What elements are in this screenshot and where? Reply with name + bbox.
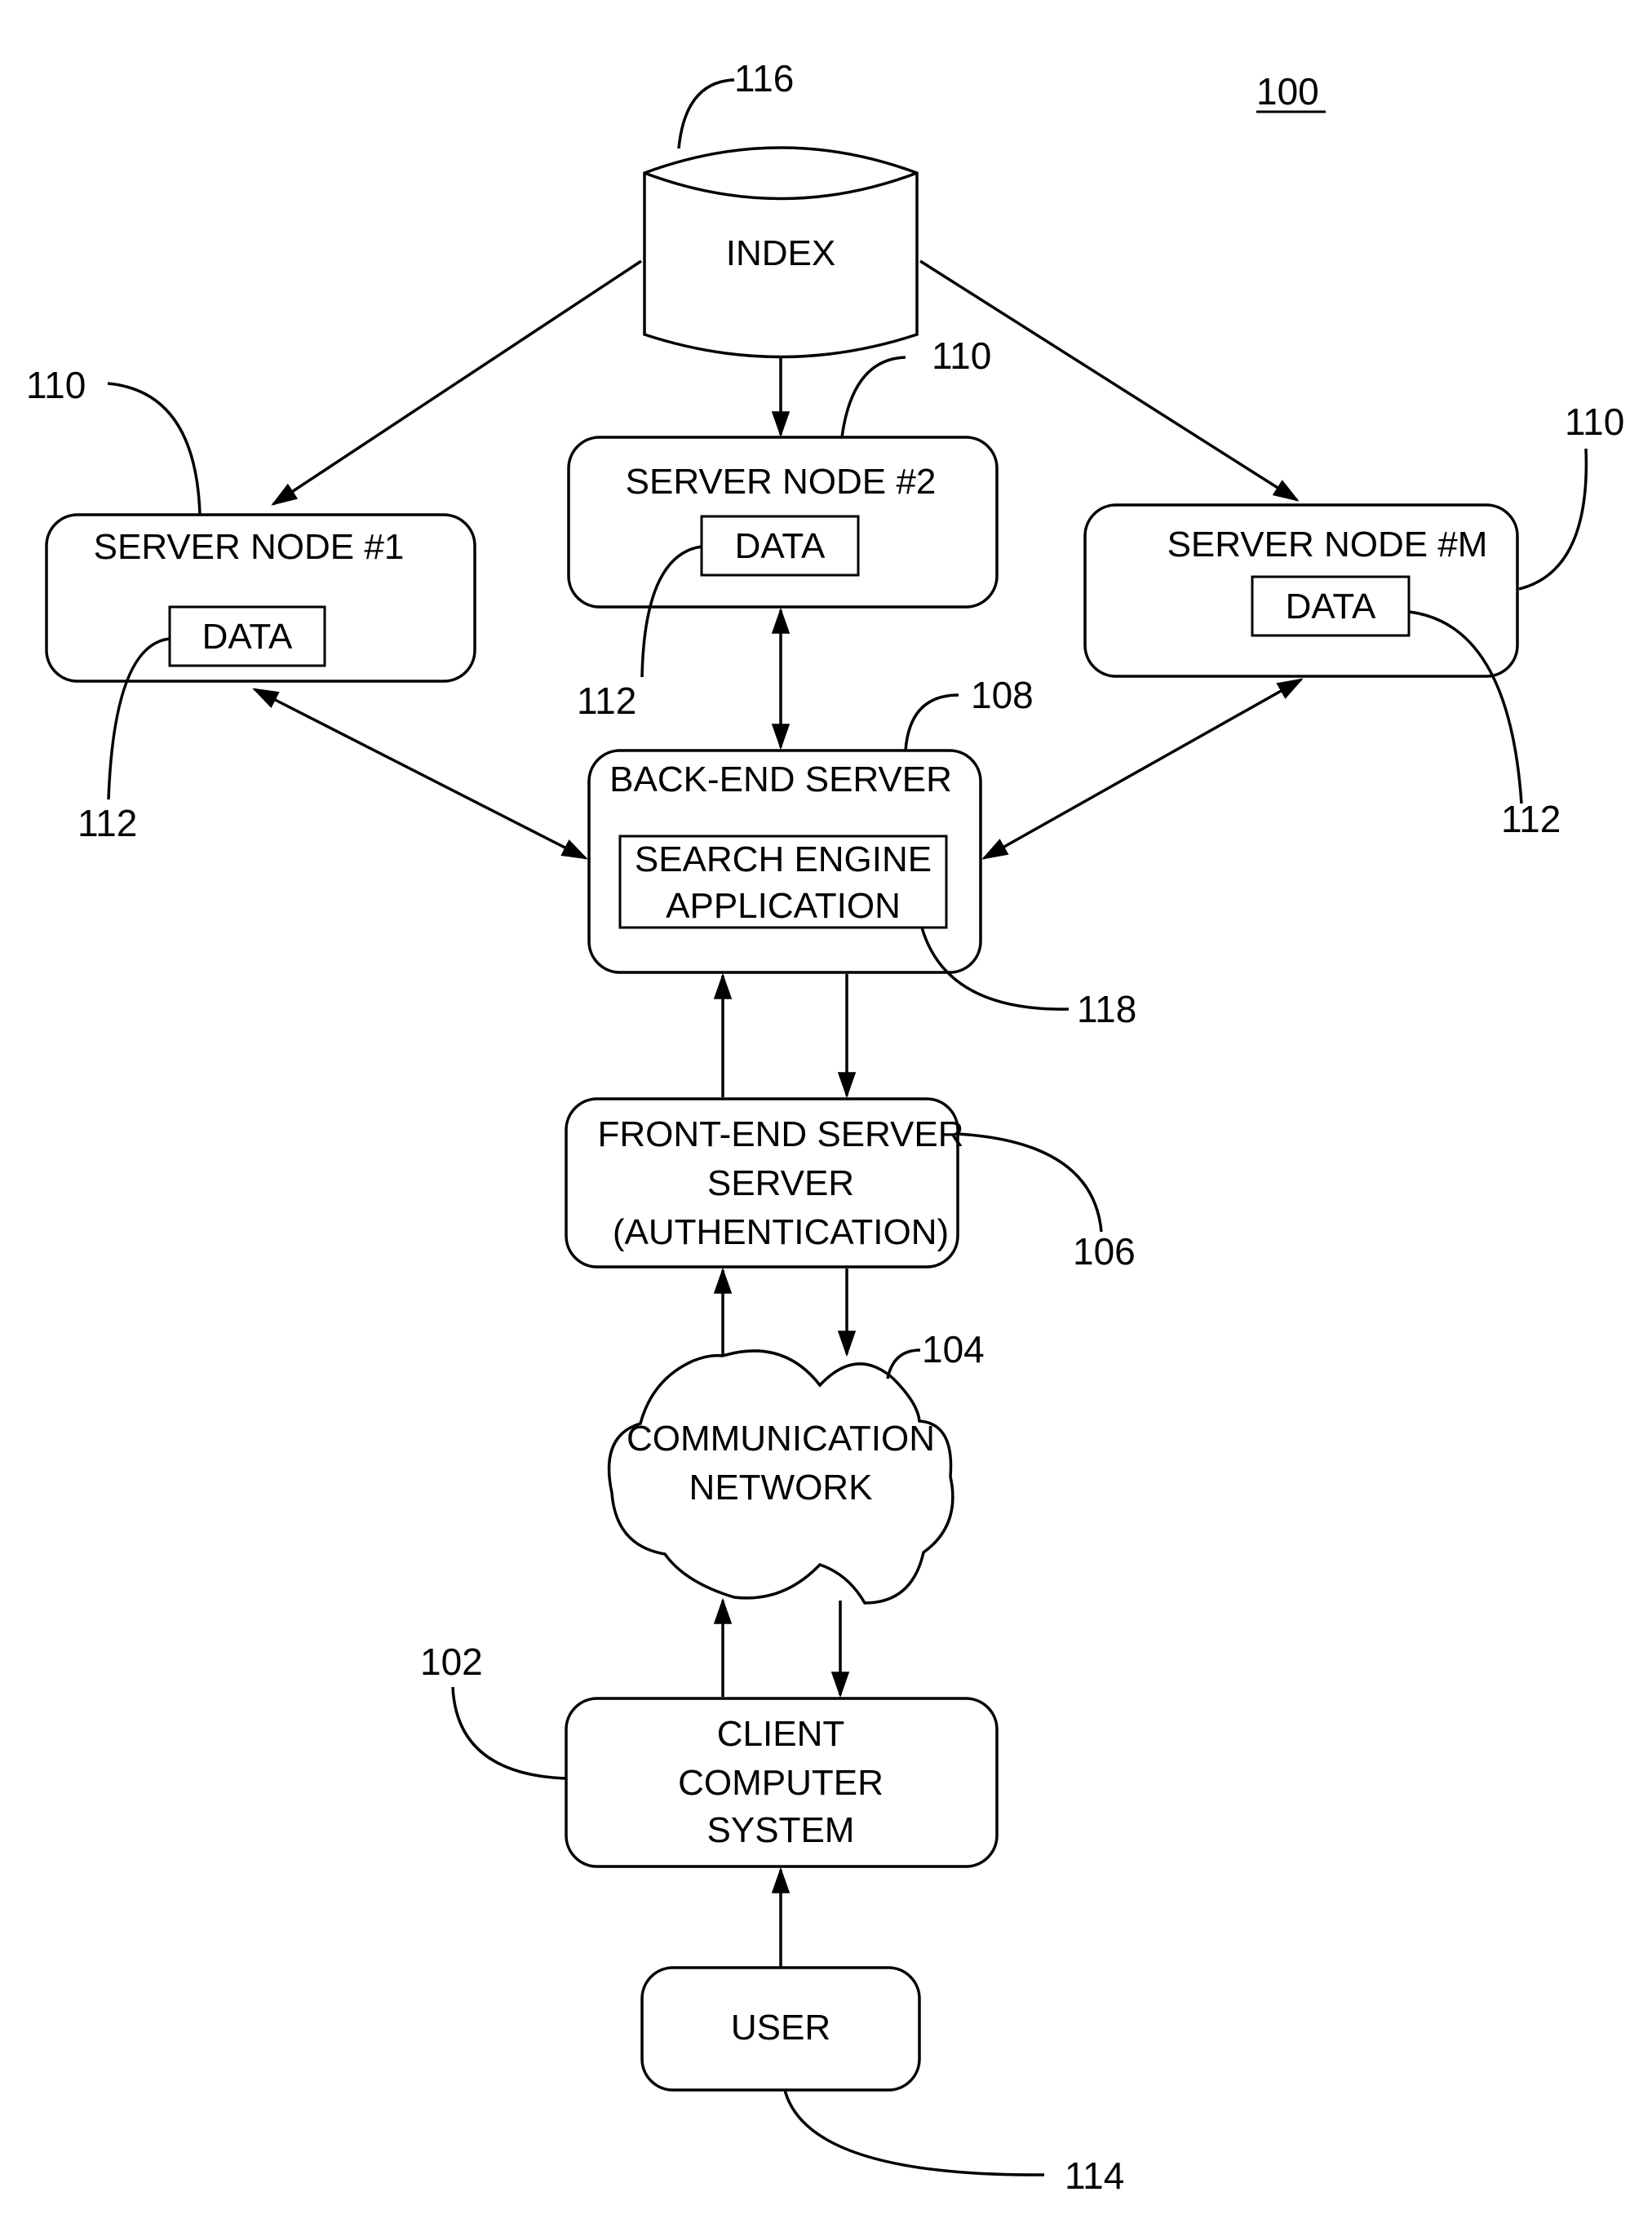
index-database: INDEX	[643, 146, 919, 359]
client-line1: CLIENT	[717, 1714, 844, 1754]
search-engine-line2: APPLICATION	[666, 886, 901, 926]
ref-108: 108	[971, 674, 1034, 716]
ref-106: 106	[1073, 1230, 1136, 1273]
ref-110-node1: 110	[26, 364, 86, 406]
ref-110-node2: 110	[932, 334, 991, 377]
server-node-1-title: SERVER NODE #1	[94, 527, 405, 567]
leader-102	[451, 1686, 567, 1780]
front-end-line3: (AUTHENTICATION)	[613, 1212, 949, 1252]
server-node-m-title: SERVER NODE #M	[1167, 525, 1488, 565]
ref-118: 118	[1077, 988, 1136, 1030]
network-line1: COMMUNICATION	[627, 1419, 935, 1459]
user: USER	[640, 1966, 921, 2092]
front-end-server: FRONT-END SERVER SERVER (AUTHENTICATION)	[565, 1097, 964, 1269]
ref-114: 114	[1065, 2154, 1124, 2197]
leader-110-nodeM	[1518, 448, 1588, 591]
index-label: INDEX	[726, 233, 835, 273]
server-node-2: SERVER NODE #2 DATA	[567, 436, 999, 609]
back-end-server: BACK-END SERVER SEARCH ENGINE APPLICATIO…	[587, 749, 982, 974]
server-node-m: SERVER NODE #M DATA	[1083, 503, 1519, 678]
leader-114	[783, 2089, 1045, 2176]
ref-104: 104	[922, 1328, 985, 1370]
server-node-1: SERVER NODE #1 DATA	[45, 513, 476, 683]
communication-network: COMMUNICATION NETWORK	[607, 1349, 954, 1605]
server-node-m-data-label: DATA	[1286, 587, 1376, 627]
client-computer-system: CLIENT COMPUTER SYSTEM	[565, 1697, 999, 1868]
ref-112-node1: 112	[78, 802, 137, 844]
ref-112-nodeM: 112	[1501, 798, 1561, 840]
network-line2: NETWORK	[689, 1468, 873, 1508]
ref-110-nodeM: 110	[1565, 401, 1624, 443]
leader-110-node2	[840, 356, 906, 438]
ref-116: 116	[734, 57, 794, 100]
system-diagram: 100 INDEX 116 SERVER NODE #1 DATA 110 11…	[26, 57, 1624, 2197]
user-label: USER	[731, 2008, 830, 2048]
server-node-2-title: SERVER NODE #2	[626, 462, 937, 502]
server-node-2-data-label: DATA	[735, 526, 826, 566]
front-end-line2: SERVER	[707, 1163, 854, 1203]
leader-116	[677, 78, 735, 149]
search-engine-line1: SEARCH ENGINE	[635, 839, 932, 879]
leader-108	[904, 693, 959, 751]
arrow-node1-backend	[252, 688, 588, 860]
client-line3: SYSTEM	[707, 1810, 855, 1850]
front-end-line1: FRONT-END SERVER	[597, 1114, 963, 1154]
leader-104	[886, 1348, 921, 1379]
leader-110-node1	[107, 382, 202, 516]
back-end-title: BACK-END SERVER	[609, 759, 952, 799]
client-line2: COMPUTER	[678, 1763, 884, 1803]
ref-112-node2: 112	[577, 680, 636, 722]
leader-106	[957, 1132, 1103, 1233]
ref-102: 102	[420, 1641, 483, 1683]
server-node-1-data-label: DATA	[202, 617, 293, 657]
figure-number: 100	[1256, 70, 1319, 113]
